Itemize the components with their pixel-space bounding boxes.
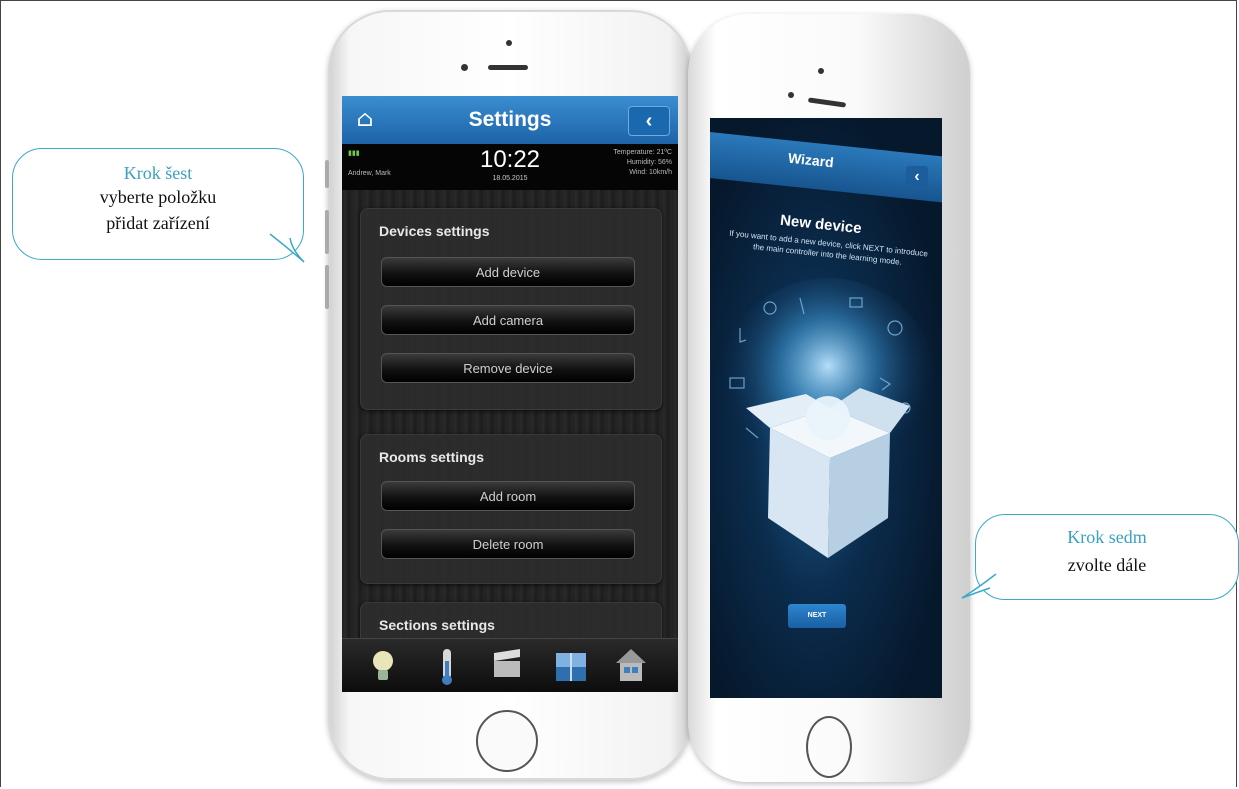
settings-screen: ⌂ Settings ‹ ▮▮▮ Andrew, Mark 10:22 18.0… — [342, 96, 678, 692]
speech-bubble-step-seven: Krok sedm zvolte dále — [975, 514, 1239, 600]
earpiece-speaker — [807, 97, 847, 108]
earpiece-speaker — [488, 65, 528, 70]
devices-settings-panel: Devices settings Add device Add camera R… — [360, 208, 662, 410]
bubble-line: vyberte položku — [99, 187, 217, 207]
add-device-button[interactable]: Add device — [381, 257, 635, 287]
proximity-sensor — [506, 40, 512, 46]
device-box-illustration — [718, 278, 938, 558]
front-camera — [788, 92, 794, 98]
bubble-title: Krok sedm — [1067, 527, 1147, 547]
panel-title: Sections settings — [379, 617, 495, 633]
add-room-button[interactable]: Add room — [381, 481, 635, 511]
add-camera-button[interactable]: Add camera — [381, 305, 635, 335]
phone-wizard: Wizard ‹ New device If you want to add a… — [688, 14, 970, 782]
clapperboard-icon[interactable] — [488, 645, 526, 687]
bubble-line: zvolte dále — [1067, 555, 1147, 575]
house-icon[interactable] — [612, 645, 650, 687]
proximity-sensor — [818, 68, 824, 74]
chevron-left-icon[interactable]: ‹ — [628, 106, 670, 136]
bulb-icon[interactable] — [364, 645, 402, 687]
speech-bubble-step-six: Krok šest vyberte položku přidat zařízen… — [12, 148, 304, 260]
window-icon[interactable] — [552, 645, 590, 687]
wizard-screen: Wizard ‹ New device If you want to add a… — [710, 118, 942, 698]
front-camera — [461, 64, 468, 71]
thermometer-icon[interactable] — [428, 645, 466, 687]
rooms-settings-panel: Rooms settings Add room Delete room — [360, 434, 662, 584]
home-button[interactable] — [476, 710, 538, 772]
chevron-left-icon[interactable]: ‹ — [906, 166, 928, 188]
delete-room-button[interactable]: Delete room — [381, 529, 635, 559]
settings-content[interactable]: Devices settings Add device Add camera R… — [342, 190, 678, 664]
weather-info: Temperature: 21ºC Humidity: 56% Wind: 10… — [613, 148, 672, 178]
bubble-tail — [269, 233, 305, 263]
bubble-title: Krok šest — [123, 163, 193, 183]
tab-bar — [342, 638, 678, 692]
home-button[interactable] — [806, 716, 852, 778]
temperature: Temperature: 21ºC — [613, 149, 672, 156]
phone-settings: ⌂ Settings ‹ ▮▮▮ Andrew, Mark 10:22 18.0… — [325, 10, 692, 780]
bubble-line: přidat zařízení — [106, 213, 210, 233]
panel-title: Devices settings — [379, 223, 490, 239]
wizard-instructions: If you want to add a new device, click N… — [728, 228, 929, 267]
volume-up-button — [325, 210, 329, 254]
remove-device-button[interactable]: Remove device — [381, 353, 635, 383]
next-button[interactable]: NEXT — [788, 604, 846, 628]
panel-title: Rooms settings — [379, 449, 485, 465]
volume-down-button — [325, 265, 329, 309]
status-bar: ▮▮▮ Andrew, Mark 10:22 18.05.2015 Temper… — [342, 144, 678, 190]
bubble-tail — [961, 573, 997, 599]
mute-switch — [325, 160, 329, 188]
humidity: Humidity: 56% — [626, 159, 672, 166]
app-header: ⌂ Settings ‹ — [342, 96, 678, 144]
wind: Wind: 10km/h — [629, 169, 672, 176]
